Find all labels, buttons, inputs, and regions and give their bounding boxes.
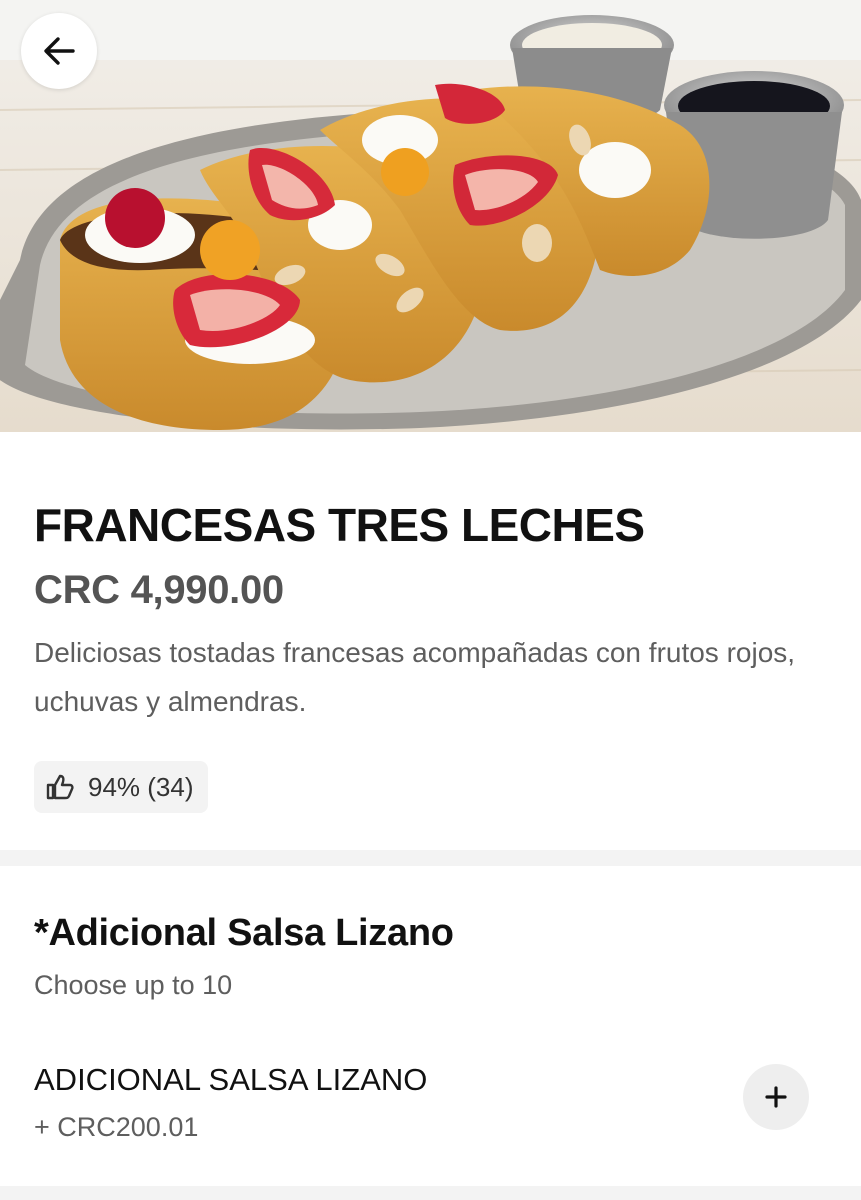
product-description: Deliciosas tostadas francesas acompañada… [34,637,796,717]
back-button[interactable] [21,13,97,89]
rating-text: 94% (34) [88,771,194,802]
product-title: FRANCESAS TRES LECHES [34,499,645,551]
arrow-left-icon [44,37,75,65]
french-toast-illustration [0,0,861,432]
plus-icon [765,1086,787,1108]
product-info: FRANCESAS TRES LECHES CRC 4,990.00 Delic… [0,432,861,850]
add-option-button[interactable] [743,1064,809,1130]
option-item-name: ADICIONAL SALSA LIZANO [34,1062,428,1097]
product-price: CRC 4,990.00 [34,568,284,612]
rating-badge: 94% (34) [34,761,208,813]
product-photo [0,0,861,432]
thumbs-up-icon [46,774,74,800]
bottom-divider [0,1186,861,1200]
option-item-price: + CRC200.01 [34,1112,199,1142]
option-group-subtitle: Choose up to 10 [34,970,233,1000]
option-group: *Adicional Salsa Lizano Choose up to 10 … [0,866,861,1186]
section-divider [0,850,861,866]
option-group-title: *Adicional Salsa Lizano [34,912,454,954]
